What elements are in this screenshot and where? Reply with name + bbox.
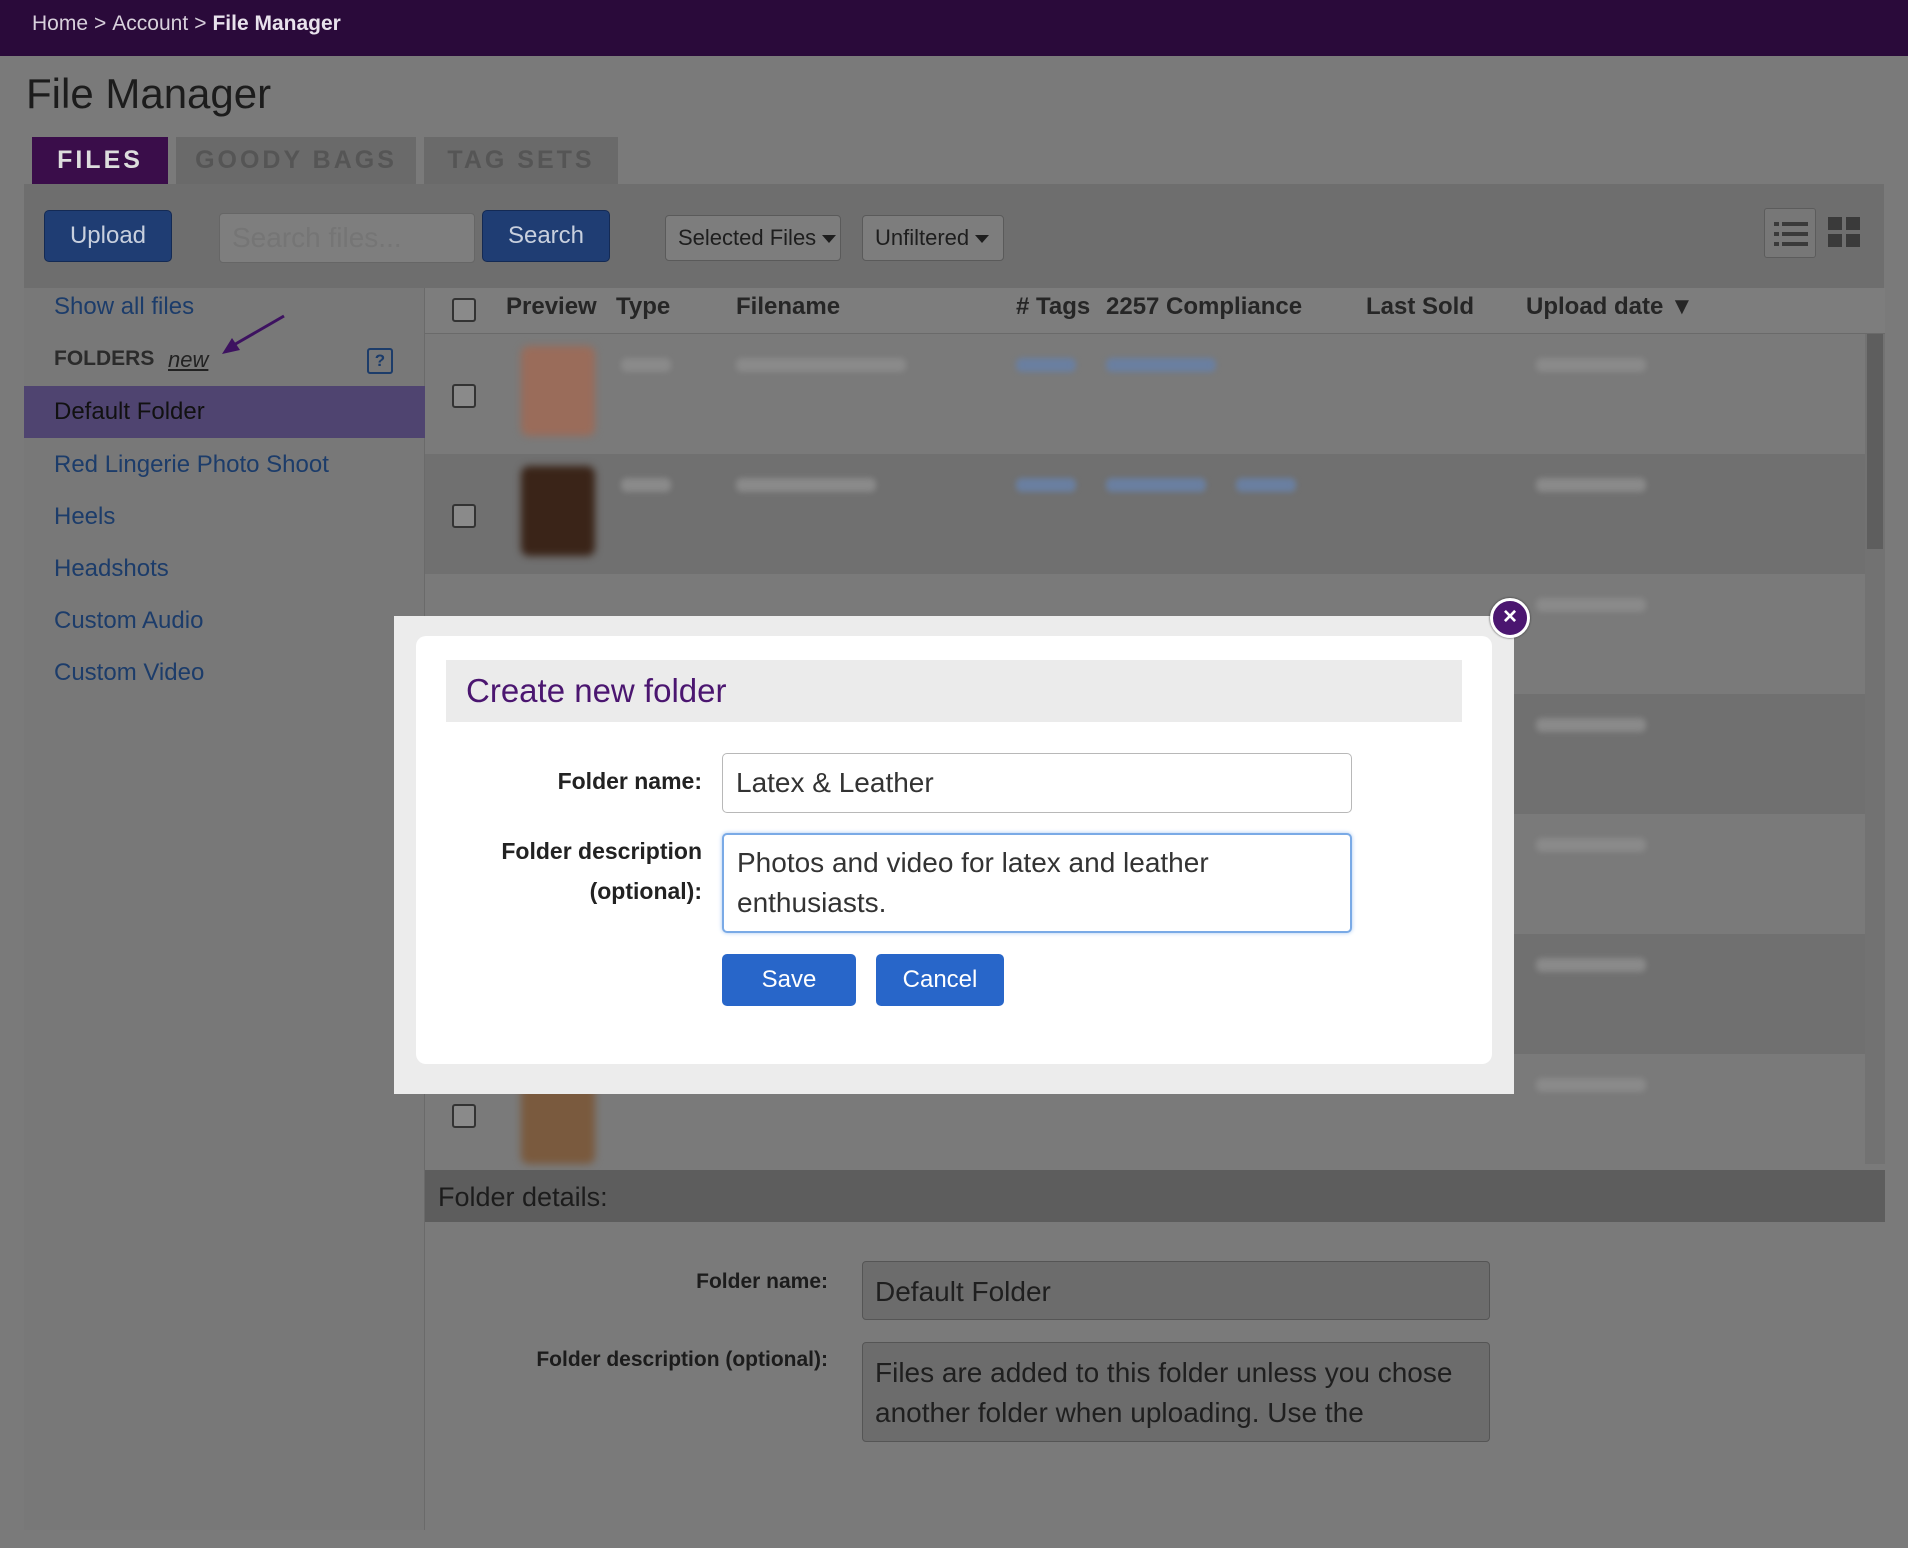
row-checkbox[interactable] (452, 1104, 476, 1128)
filter-label: Unfiltered (875, 225, 970, 250)
breadcrumb-separator: > (194, 12, 207, 35)
toolbar: Upload Search Selected Files Unfiltered (24, 184, 1884, 288)
breadcrumb-separator: > (94, 12, 107, 35)
sidebar-item-headshots[interactable]: Headshots (54, 555, 169, 583)
folder-details-header: Folder details: (425, 1170, 1885, 1222)
blurred-text (1536, 958, 1646, 972)
sidebar-item-heels[interactable]: Heels (54, 503, 115, 531)
row-checkbox[interactable] (452, 384, 476, 408)
folder-name-input[interactable] (722, 753, 1352, 813)
column-compliance[interactable]: 2257 Compliance (1106, 293, 1302, 321)
file-thumbnail (521, 1084, 595, 1164)
tab-goody-bags[interactable]: GOODY BAGS (176, 137, 416, 184)
blurred-text (736, 478, 876, 492)
folder-details-heading: Folder details: (438, 1182, 608, 1212)
list-view-icon (1774, 222, 1808, 246)
caret-down-icon (822, 235, 837, 244)
close-icon[interactable]: × (1490, 598, 1530, 638)
table-row[interactable] (425, 334, 1865, 454)
column-preview[interactable]: Preview (506, 293, 597, 321)
blurred-text (1536, 838, 1646, 852)
table-scrollbar[interactable] (1865, 334, 1885, 1164)
selected-files-dropdown[interactable]: Selected Files (665, 215, 841, 261)
help-icon[interactable]: ? (367, 348, 393, 374)
modal-content: Create new folder Folder name: Folder de… (416, 636, 1492, 1064)
blurred-text (621, 358, 671, 372)
show-all-files-link[interactable]: Show all files (54, 293, 194, 321)
sidebar-item-red-lingerie[interactable]: Red Lingerie Photo Shoot (54, 451, 329, 479)
column-upload-date-label: Upload date (1526, 293, 1664, 320)
column-last-sold[interactable]: Last Sold (1366, 293, 1474, 321)
modal-title: Create new folder (466, 672, 727, 709)
grid-view-button[interactable] (1820, 208, 1872, 258)
top-bar: Home > Account > File Manager (0, 0, 1908, 56)
modal-desc-label-line1: Folder description (501, 838, 702, 864)
blurred-text (1536, 718, 1646, 732)
breadcrumb: Home > Account > File Manager (32, 12, 341, 36)
sort-desc-icon: ▼ (1670, 293, 1694, 320)
row-checkbox[interactable] (452, 504, 476, 528)
details-desc-field[interactable]: Files are added to this folder unless yo… (862, 1342, 1490, 1442)
column-type[interactable]: Type (616, 293, 670, 321)
create-folder-modal: Create new folder Folder name: Folder de… (394, 616, 1514, 1094)
column-tags[interactable]: # Tags (1016, 293, 1090, 321)
breadcrumb-home[interactable]: Home (32, 12, 88, 35)
breadcrumb-current: File Manager (212, 12, 341, 35)
sidebar: Show all files FOLDERS new ? Default Fol… (24, 288, 425, 1530)
blurred-text (1536, 1078, 1646, 1092)
file-thumbnail (521, 466, 595, 556)
selected-files-label: Selected Files (678, 225, 817, 250)
blurred-text (1016, 358, 1076, 372)
filter-dropdown[interactable]: Unfiltered (862, 215, 1004, 261)
search-input[interactable] (219, 213, 475, 263)
sidebar-item-custom-audio[interactable]: Custom Audio (54, 607, 203, 635)
folder-details-panel: Folder name: Default Folder Folder descr… (425, 1222, 1885, 1530)
blurred-text (1236, 478, 1296, 492)
upload-button[interactable]: Upload (44, 210, 172, 262)
folder-description-textarea[interactable]: Photos and video for latex and leather e… (722, 833, 1352, 933)
modal-header: Create new folder (446, 660, 1462, 722)
scrollbar-thumb[interactable] (1867, 334, 1883, 549)
sidebar-item-default-folder[interactable]: Default Folder (24, 386, 425, 438)
page-title: File Manager (26, 70, 272, 117)
blurred-text (1016, 478, 1076, 492)
search-button[interactable]: Search (482, 210, 610, 262)
caret-down-icon (975, 235, 990, 244)
blurred-text (621, 478, 671, 492)
details-desc-label: Folder description (optional): (536, 1348, 828, 1371)
modal-name-label: Folder name: (557, 768, 702, 794)
breadcrumb-account[interactable]: Account (112, 12, 188, 35)
column-filename[interactable]: Filename (736, 293, 840, 321)
blurred-text (1106, 358, 1216, 372)
details-name-field[interactable]: Default Folder (862, 1261, 1490, 1320)
details-name-label: Folder name: (696, 1270, 828, 1293)
sidebar-item-label: Default Folder (54, 398, 205, 425)
tab-tag-sets[interactable]: TAG SETS (424, 137, 618, 184)
blurred-text (1536, 478, 1646, 492)
grid-view-icon (1828, 217, 1860, 247)
cancel-button[interactable]: Cancel (876, 954, 1004, 1006)
file-thumbnail (521, 346, 595, 436)
blurred-text (1106, 478, 1206, 492)
blurred-text (1536, 358, 1646, 372)
blurred-text (1536, 598, 1646, 612)
sidebar-item-custom-video[interactable]: Custom Video (54, 659, 204, 687)
save-button[interactable]: Save (722, 954, 856, 1006)
blurred-text (736, 358, 906, 372)
table-header: Preview Type Filename # Tags 2257 Compli… (425, 288, 1885, 334)
select-all-checkbox[interactable] (452, 298, 476, 322)
table-row[interactable] (425, 454, 1865, 574)
new-folder-link[interactable]: new (168, 347, 208, 373)
modal-desc-label-line2: (optional): (589, 878, 702, 904)
tab-files[interactable]: FILES (32, 137, 168, 184)
column-upload-date[interactable]: Upload date ▼ (1526, 293, 1694, 321)
folders-heading: FOLDERS (54, 347, 155, 370)
list-view-button[interactable] (1764, 208, 1816, 258)
arrow-annotation-icon (222, 314, 285, 354)
